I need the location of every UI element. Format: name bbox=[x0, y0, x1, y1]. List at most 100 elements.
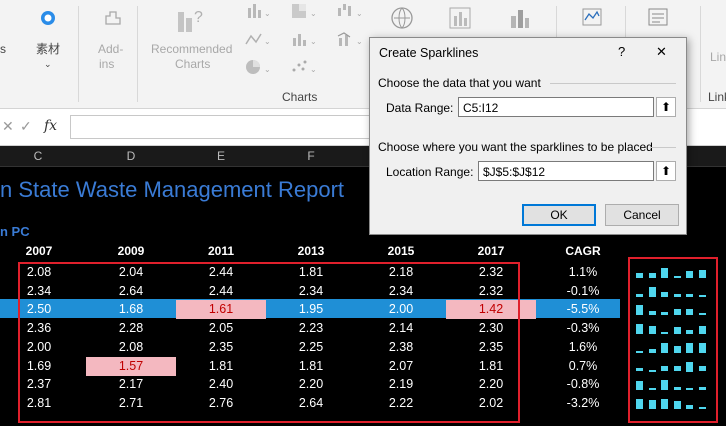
location-section-label: Choose where you want the sparklines to … bbox=[378, 140, 653, 154]
sparkline-bar bbox=[661, 399, 668, 409]
statistic-chart-icon[interactable]: ⌄ bbox=[290, 30, 318, 53]
pivot-chart-icon[interactable] bbox=[448, 6, 472, 35]
sparkline-bar bbox=[686, 387, 693, 391]
hierarchy-chart-icon[interactable]: ⌄ bbox=[290, 2, 318, 25]
sparkline-bar bbox=[636, 272, 643, 278]
recommended-charts-button[interactable]: Recommended bbox=[151, 42, 232, 57]
material-icon[interactable] bbox=[40, 10, 56, 31]
chevron-down-icon: ⌄ bbox=[44, 59, 52, 69]
data-range-box bbox=[18, 262, 520, 423]
material-button[interactable]: 素材 bbox=[36, 42, 60, 57]
sparkline-bar bbox=[698, 313, 706, 316]
sparkline-bar bbox=[661, 268, 668, 278]
sparkline-bar bbox=[698, 294, 706, 297]
svg-text:⌄: ⌄ bbox=[310, 9, 317, 18]
sparkline-bar bbox=[648, 286, 656, 297]
ribbon-separator bbox=[137, 6, 138, 102]
svg-text:⌄: ⌄ bbox=[356, 9, 363, 18]
cagr-cell[interactable]: -0.1% bbox=[538, 282, 628, 301]
sparkline-bar bbox=[673, 345, 681, 353]
sparkline-bar bbox=[648, 399, 656, 409]
sparkline-bar bbox=[648, 273, 656, 278]
3d-map-icon[interactable] bbox=[508, 6, 532, 35]
sparkline-bar bbox=[648, 326, 656, 335]
sparkline-bar bbox=[673, 309, 681, 316]
sparkline-bar bbox=[636, 381, 643, 391]
range-picker-icon[interactable]: ⬆ bbox=[656, 161, 676, 181]
sparkline-bar bbox=[686, 404, 693, 409]
column-header-d[interactable]: D bbox=[86, 146, 176, 166]
svg-text:⌄: ⌄ bbox=[264, 9, 271, 18]
svg-text:⌄: ⌄ bbox=[310, 65, 317, 74]
sparkline-bar bbox=[661, 311, 668, 316]
sparkline-bar bbox=[698, 269, 706, 278]
line-chart-icon[interactable]: ⌄ bbox=[244, 30, 272, 53]
year-header: 2017 bbox=[477, 244, 505, 258]
cagr-cell[interactable]: -0.3% bbox=[538, 319, 628, 338]
map-icon[interactable] bbox=[390, 6, 414, 35]
sparkline-bar bbox=[673, 387, 681, 391]
sparkline-bar bbox=[686, 294, 693, 297]
ok-button[interactable]: OK bbox=[522, 204, 596, 226]
cancel-formula-icon[interactable]: ✕ bbox=[2, 119, 14, 134]
formula-input[interactable] bbox=[70, 115, 372, 139]
slicer-icon[interactable] bbox=[648, 8, 668, 31]
data-range-input[interactable]: C5:I12 bbox=[458, 97, 654, 117]
sparkline-bar bbox=[636, 350, 643, 353]
link-button[interactable]: Lin bbox=[710, 50, 726, 65]
cagr-header: CAGR bbox=[565, 244, 601, 258]
insert-function-icon[interactable]: fx bbox=[44, 119, 57, 134]
sparkline-bar bbox=[636, 324, 643, 335]
enter-formula-icon[interactable]: ✓ bbox=[20, 119, 32, 134]
sparkline-bar bbox=[698, 406, 706, 409]
sparkline-bar bbox=[648, 311, 656, 316]
addins-icon bbox=[102, 8, 122, 33]
report-subtitle: n PC bbox=[0, 224, 30, 239]
range-picker-icon[interactable]: ⬆ bbox=[656, 97, 676, 117]
year-header: 2007 bbox=[25, 244, 53, 258]
sparkline-bar bbox=[661, 380, 668, 391]
sparkline-bar bbox=[661, 291, 668, 297]
scatter-chart-icon[interactable]: ⌄ bbox=[290, 58, 318, 81]
sparkline-bar bbox=[636, 398, 643, 409]
sparkline-line-icon[interactable] bbox=[582, 8, 602, 31]
location-range-input[interactable]: $J$5:$J$12 bbox=[478, 161, 654, 181]
cagr-cell[interactable]: 0.7% bbox=[538, 357, 628, 376]
column-header-e[interactable]: E bbox=[176, 146, 266, 166]
cagr-cell[interactable]: -3.2% bbox=[538, 394, 628, 413]
sparkline-bar bbox=[686, 342, 693, 353]
cagr-cell[interactable]: -0.8% bbox=[538, 375, 628, 394]
sparkline-bar bbox=[661, 343, 668, 353]
column-header-f[interactable]: F bbox=[266, 146, 356, 166]
cagr-cell[interactable]: 1.6% bbox=[538, 338, 628, 357]
cagr-cell[interactable]: -5.5% bbox=[538, 300, 628, 319]
combo-chart-icon[interactable]: ⌄ bbox=[336, 30, 364, 53]
year-header: 2011 bbox=[207, 244, 235, 258]
sparkline-bar bbox=[661, 332, 668, 335]
ribbon-separator bbox=[78, 6, 79, 102]
dialog-title: Create Sparklines bbox=[379, 46, 479, 60]
addins-button[interactable]: Add- bbox=[98, 42, 123, 57]
pie-chart-icon[interactable]: ⌄ bbox=[244, 58, 272, 81]
sparkline-bar bbox=[686, 271, 693, 278]
sparkline-bar bbox=[698, 387, 706, 391]
sparkline-bar bbox=[698, 325, 706, 335]
sparkline-bar bbox=[698, 343, 706, 353]
help-icon[interactable]: ? bbox=[618, 44, 625, 59]
cancel-button[interactable]: Cancel bbox=[605, 204, 679, 226]
column-header-c[interactable]: C bbox=[0, 146, 76, 166]
sparkline-bar bbox=[661, 365, 668, 372]
recommended-charts-icon: ? bbox=[176, 4, 206, 39]
recommended-charts-line2: Charts bbox=[175, 57, 211, 71]
sparkline-bar bbox=[673, 276, 681, 278]
cagr-cell[interactable]: 1.1% bbox=[538, 263, 628, 282]
svg-text:⌄: ⌄ bbox=[264, 37, 271, 46]
location-range-label: Location Range: bbox=[386, 165, 474, 179]
close-icon[interactable]: ✕ bbox=[656, 44, 667, 60]
sparkline-bar bbox=[686, 329, 693, 335]
waterfall-chart-icon[interactable]: ⌄ bbox=[336, 2, 364, 25]
column-chart-icon[interactable]: ⌄ bbox=[244, 2, 272, 25]
section-divider bbox=[550, 83, 676, 84]
section-divider bbox=[650, 147, 676, 148]
year-header: 2009 bbox=[117, 244, 145, 258]
